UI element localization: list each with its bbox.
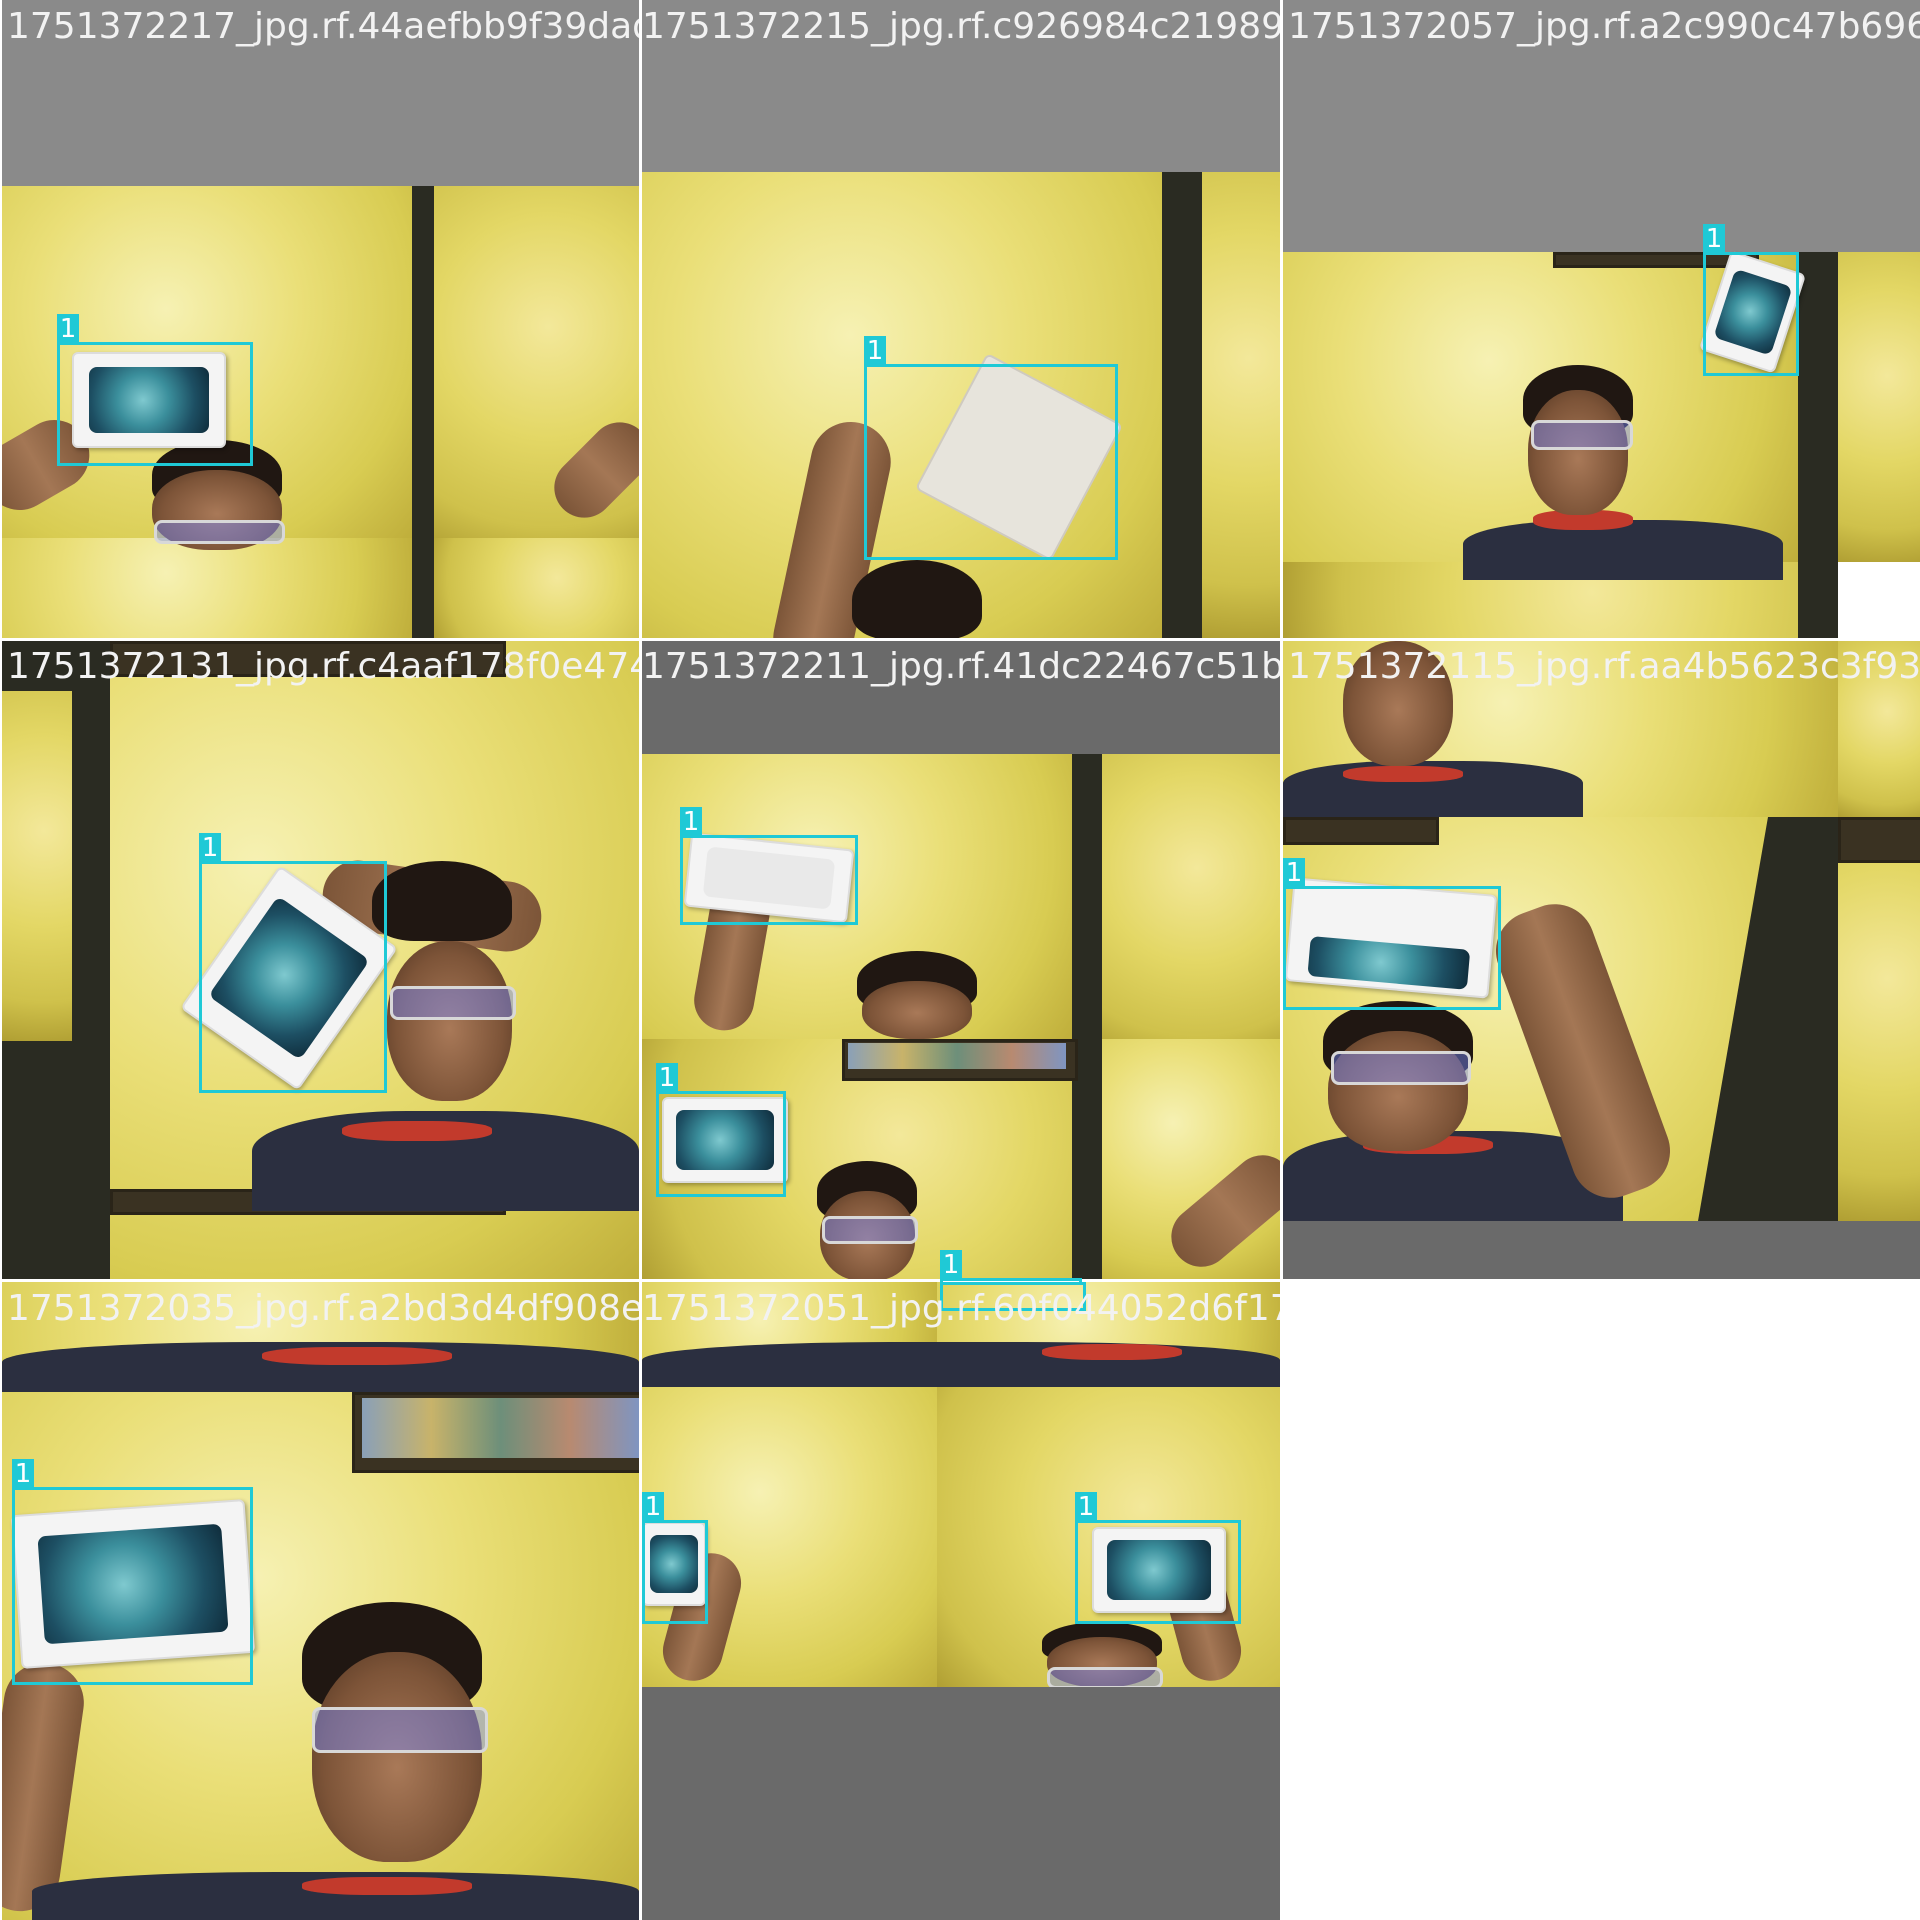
face (312, 1652, 482, 1862)
hair (852, 560, 982, 638)
padding-area (1283, 1221, 1920, 1279)
padding-area (642, 1687, 1280, 1920)
door-edge (1072, 754, 1102, 1279)
face (1328, 1031, 1468, 1151)
door-edge (1162, 172, 1202, 638)
photo-segment (434, 538, 639, 638)
detection-label: 1 (1283, 858, 1305, 889)
shirt-collar (262, 1347, 452, 1365)
detection-box: 1 (642, 1492, 708, 1624)
shirt-collar (1042, 1344, 1182, 1360)
detection-label: 1 (680, 807, 702, 838)
detection-label: 1 (12, 1459, 34, 1490)
door-edge (412, 186, 434, 638)
picture-frame (1283, 817, 1439, 845)
detection-box: 1 (1703, 224, 1799, 376)
eyeglasses (1047, 1667, 1163, 1689)
detection-label: 1 (199, 833, 221, 864)
shirt-collar (302, 1877, 472, 1895)
detection-box: 1 (680, 807, 858, 925)
photo-segment (1838, 641, 1920, 817)
padding-area (642, 0, 1280, 172)
detection-box: 1 (12, 1459, 253, 1685)
face (1343, 641, 1453, 766)
mosaic-tile-4: 1 1751372131_jpg.rf.c4aaf178f0e47433487f… (2, 641, 639, 1279)
mosaic-tile-7: 1 1751372035_jpg.rf.a2bd3d4df908eef39bda… (2, 1282, 639, 1920)
shirt-collar (1343, 766, 1463, 782)
mosaic-tile-6: 1 1751372115_jpg.rf.aa4b5623c3f9379c (1283, 641, 1920, 1279)
detection-box: 1 (199, 833, 387, 1093)
detection-label: 1 (1075, 1492, 1097, 1523)
shirt (1463, 520, 1783, 580)
mosaic-tile-3: 1 1751372057_jpg.rf.a2c990c47b69664 (1283, 0, 1920, 638)
eyeglasses (312, 1707, 488, 1753)
eyeglasses (1531, 420, 1633, 450)
padding-area (1283, 0, 1920, 252)
detection-label: 1 (57, 314, 79, 345)
painting (362, 1398, 639, 1458)
mosaic-tile-5: 1 1 1751372211_jpg.rf.41dc22467c51b8bb75… (642, 641, 1280, 1279)
detection-box: 1 (57, 314, 253, 466)
painting (848, 1043, 1066, 1069)
hair (372, 861, 512, 941)
eyeglasses (822, 1216, 918, 1244)
detection-box: 1 (940, 1250, 1082, 1284)
detection-label: 1 (1703, 224, 1725, 255)
picture-frame (1838, 817, 1920, 863)
detection-box: 1 (656, 1063, 786, 1197)
eyeglasses (1331, 1051, 1471, 1085)
detection-label: 1 (656, 1063, 678, 1094)
detection-label: 1 (642, 1492, 664, 1523)
detection-box: 1 (1075, 1492, 1241, 1624)
shirt-collar (342, 1121, 492, 1141)
door-edge (1798, 252, 1838, 638)
detection-label: 1 (864, 336, 886, 367)
detection-label: 1 (940, 1250, 962, 1281)
photo-segment (2, 538, 412, 638)
photo-segment (1202, 172, 1280, 638)
picture-frame (110, 641, 506, 677)
photo-segment (1838, 252, 1920, 562)
mosaic-tile-2: 1 1751372215_jpg.rf.c926984c219895ab8fb0… (642, 0, 1280, 638)
face (862, 981, 972, 1039)
padding-area (2, 0, 639, 186)
shirt (642, 1342, 1280, 1387)
eyeglasses (154, 520, 285, 544)
detection-box: 1 (864, 336, 1118, 560)
photo-segment (2, 691, 72, 1041)
photo-segment (1838, 817, 1920, 1221)
eyeglasses (390, 986, 516, 1020)
padding-area (642, 641, 1280, 754)
face (1528, 390, 1628, 515)
photo-segment (1072, 754, 1280, 1039)
mosaic-tile-8: 1 1 1751372051_jpg.rf.60f044052d6f177e2c… (642, 1282, 1280, 1920)
detection-box: 1 (1283, 858, 1501, 1010)
detection-box (940, 1282, 1086, 1311)
mosaic-tile-1: 1 1751372217_jpg.rf.44aefbb9f39dada9bf5c… (2, 0, 639, 638)
face (387, 941, 512, 1101)
